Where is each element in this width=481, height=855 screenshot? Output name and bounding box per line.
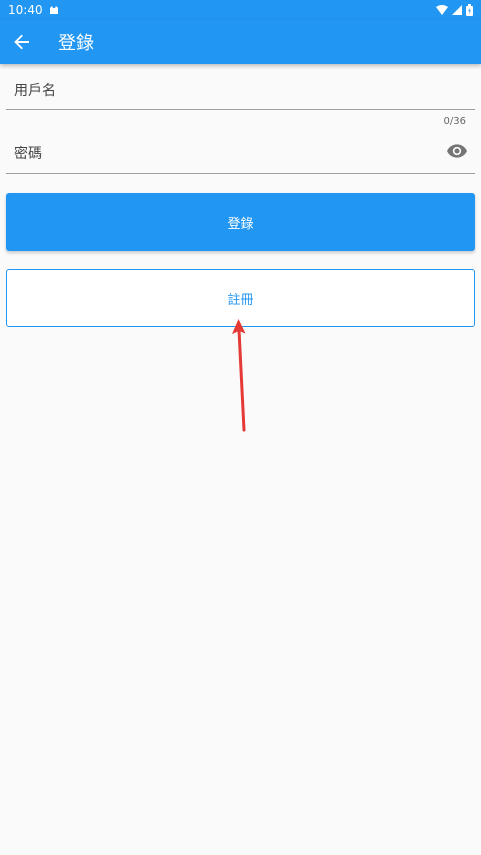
- app-bar: 登錄: [0, 20, 481, 64]
- status-bar: 10:40: [0, 0, 481, 20]
- signal-icon: [452, 5, 462, 15]
- password-label: 密碼: [14, 146, 42, 162]
- login-button[interactable]: 登錄: [6, 193, 475, 251]
- username-field[interactable]: 用戶名: [6, 64, 475, 110]
- status-time: 10:40: [8, 3, 43, 17]
- username-char-counter: 0/36: [443, 116, 466, 127]
- notification-icon: [49, 6, 58, 14]
- password-field[interactable]: 密碼: [6, 130, 475, 174]
- back-button[interactable]: [0, 20, 44, 64]
- arrow-left-icon: [14, 34, 29, 50]
- wifi-icon: [436, 5, 448, 15]
- annotation-arrow: [232, 319, 246, 432]
- page-title: 登錄: [58, 33, 94, 54]
- login-screen: 10:40 登錄 用戶名 0/36 密碼 登錄 註冊: [0, 0, 481, 855]
- battery-icon: [466, 4, 473, 16]
- eye-icon[interactable]: [447, 143, 467, 159]
- username-label: 用戶名: [14, 83, 56, 99]
